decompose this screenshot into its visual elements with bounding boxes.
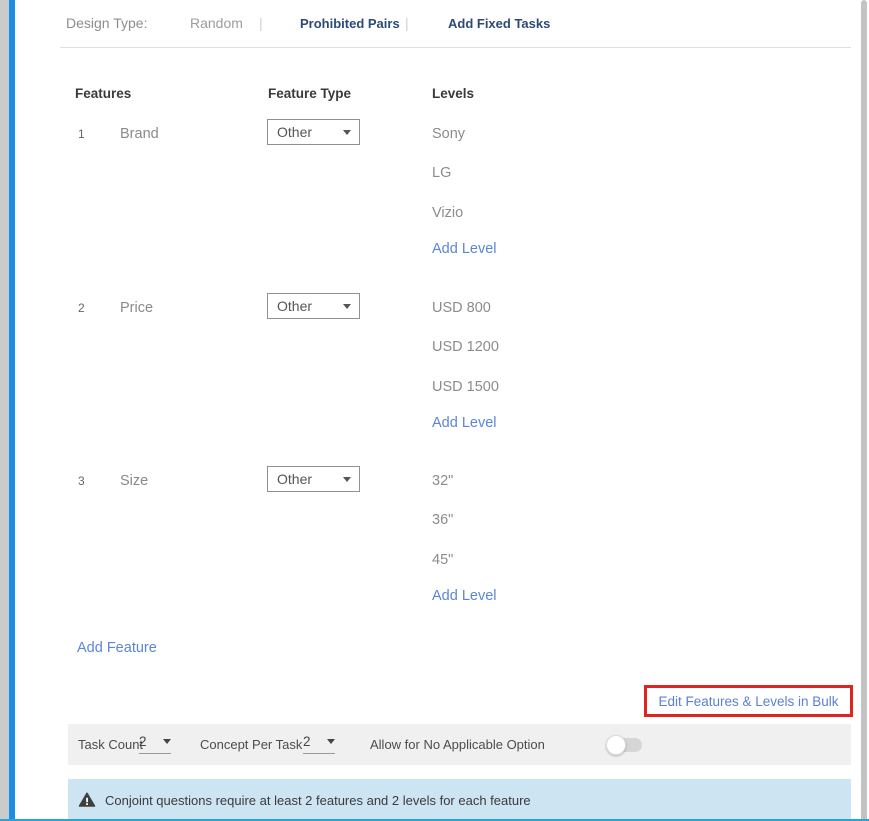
task-count-label: Task Count (78, 737, 143, 752)
selected-question-accent-bar (9, 0, 15, 821)
feature-type-column-header: Feature Type (268, 86, 351, 101)
edit-features-levels-in-bulk-link[interactable]: Edit Features & Levels in Bulk (658, 694, 838, 709)
add-level-link[interactable]: Add Level (432, 588, 497, 604)
features-column-header: Features (75, 86, 131, 101)
feature-type-selected-value: Other (277, 124, 312, 140)
separator: | (405, 15, 409, 31)
notice-text: Conjoint questions require at least 2 fe… (105, 793, 531, 808)
feature-type-select[interactable]: Other (267, 293, 360, 319)
section-divider (60, 47, 851, 48)
concept-per-task-dropdown[interactable]: 2 (303, 734, 335, 754)
feature-type-selected-value: Other (277, 298, 312, 314)
left-gutter (0, 0, 9, 821)
add-feature-link[interactable]: Add Feature (77, 640, 157, 656)
feature-type-select[interactable]: Other (267, 119, 360, 145)
task-count-value: 2 (139, 734, 147, 749)
warning-triangle-icon (78, 791, 96, 809)
add-level-link[interactable]: Add Level (432, 241, 497, 257)
level-value[interactable]: 36" (432, 512, 453, 528)
concept-per-task-value: 2 (303, 734, 311, 749)
feature-index: 1 (78, 127, 85, 141)
level-value[interactable]: 45" (432, 552, 453, 568)
level-value[interactable]: USD 800 (432, 300, 491, 316)
feature-type-select[interactable]: Other (267, 466, 360, 492)
vertical-scrollbar[interactable] (861, 0, 867, 821)
concept-per-task-label: Concept Per Task (200, 737, 302, 752)
chevron-down-icon (163, 739, 171, 744)
na-option-toggle[interactable] (608, 738, 642, 752)
add-fixed-tasks-link[interactable]: Add Fixed Tasks (448, 16, 550, 31)
feature-name[interactable]: Brand (120, 126, 159, 142)
feature-type-selected-value: Other (277, 471, 312, 487)
chevron-down-icon (343, 130, 351, 135)
level-value[interactable]: Sony (432, 126, 465, 142)
level-value[interactable]: USD 1500 (432, 379, 499, 395)
separator: | (259, 15, 263, 31)
chevron-down-icon (343, 477, 351, 482)
levels-column-header: Levels (432, 86, 474, 101)
level-value[interactable]: LG (432, 165, 451, 181)
level-value[interactable]: USD 1200 (432, 339, 499, 355)
add-level-link[interactable]: Add Level (432, 415, 497, 431)
feature-name[interactable]: Price (120, 300, 153, 316)
chevron-down-icon (343, 304, 351, 309)
toggle-knob (606, 735, 626, 755)
task-count-dropdown[interactable]: 2 (139, 734, 171, 754)
chevron-down-icon (327, 739, 335, 744)
feature-name[interactable]: Size (120, 473, 148, 489)
validation-notice: Conjoint questions require at least 2 fe… (68, 779, 851, 821)
design-type-option-random[interactable]: Random (190, 15, 243, 31)
bulk-edit-highlight-box: Edit Features & Levels in Bulk (644, 685, 853, 717)
na-option-label: Allow for No Applicable Option (370, 737, 545, 752)
conjoint-settings-bar: Task Count 2 Concept Per Task 2 Allow fo… (68, 724, 851, 765)
feature-index: 3 (78, 474, 85, 488)
level-value[interactable]: 32" (432, 473, 453, 489)
conjoint-question-editor: Design Type: Random | Prohibited Pairs |… (0, 0, 869, 821)
feature-index: 2 (78, 301, 85, 315)
prohibited-pairs-link[interactable]: Prohibited Pairs (300, 16, 400, 31)
design-type-label: Design Type: (66, 15, 147, 31)
level-value[interactable]: Vizio (432, 205, 463, 221)
